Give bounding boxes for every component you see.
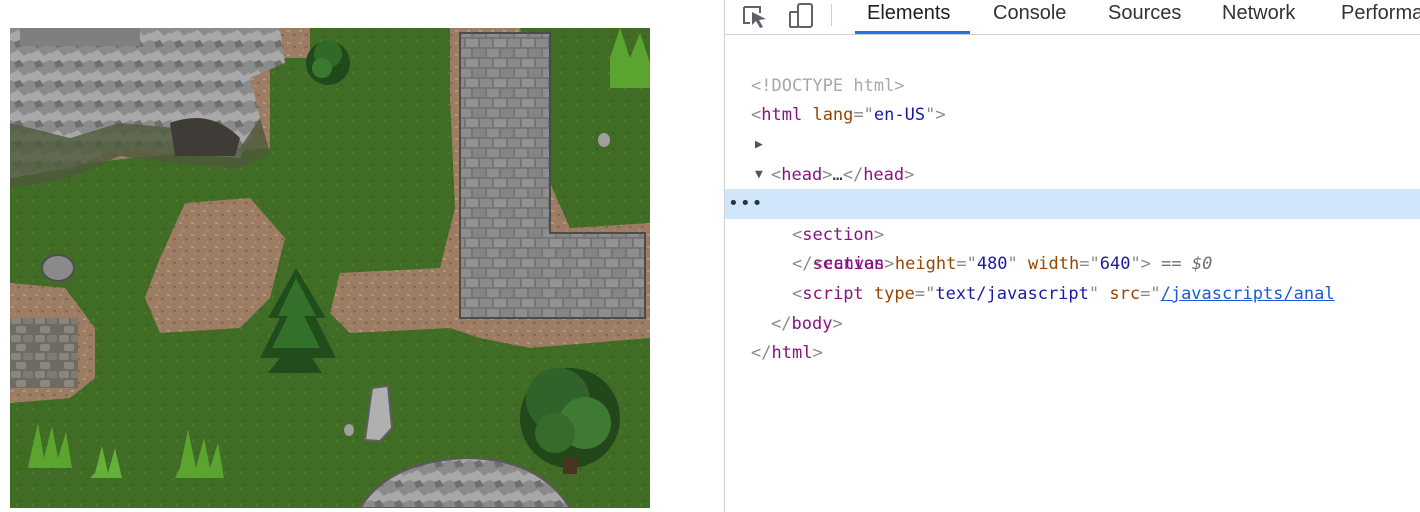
dom-node-script[interactable]: <script type="text/javascript" src="/jav…: [725, 249, 1420, 304]
dom-node-section[interactable]: ▼ <section>: [725, 160, 1420, 245]
html-close-tag: html: [771, 343, 813, 363]
dom-node-body[interactable]: ▼ <body>: [725, 130, 1420, 215]
tab-console[interactable]: Console: [993, 0, 1066, 34]
dom-node-html[interactable]: <html lang="en-US">: [725, 70, 1420, 125]
devtools-toolbar: Elements Console Sources Network Perform…: [725, 0, 1420, 35]
node-actions-menu-icon[interactable]: •••: [728, 189, 764, 219]
device-toolbar-icon[interactable]: [785, 2, 817, 30]
dom-node-body-close[interactable]: </body>: [725, 279, 1420, 334]
toolbar-separator: [831, 4, 832, 26]
dom-node-doctype[interactable]: <!DOCTYPE html>: [725, 41, 1420, 96]
inspected-page: [0, 0, 690, 512]
element-picker-icon[interactable]: [739, 2, 771, 30]
devtools-left-gutter: [690, 0, 725, 512]
dom-node-section-close[interactable]: </section>: [725, 219, 1420, 274]
tab-sources[interactable]: Sources: [1108, 0, 1181, 34]
game-canvas[interactable]: [10, 28, 650, 508]
game-map: [10, 28, 650, 508]
tab-elements[interactable]: Elements: [854, 0, 971, 34]
tab-performance[interactable]: Performa: [1341, 0, 1420, 34]
dom-node-head[interactable]: ▶ <head>…</head>: [725, 100, 1420, 185]
tab-network[interactable]: Network: [1222, 0, 1295, 34]
dom-tree: <!DOCTYPE html> <html lang="en-US"> ▶ <h…: [725, 35, 1420, 512]
devtools-panel: Elements Console Sources Network Perform…: [690, 0, 1420, 512]
dom-node-html-close[interactable]: </html>: [725, 308, 1420, 363]
dom-node-canvas[interactable]: ••• <canvas height="480" width="640"> ==…: [725, 189, 1420, 274]
